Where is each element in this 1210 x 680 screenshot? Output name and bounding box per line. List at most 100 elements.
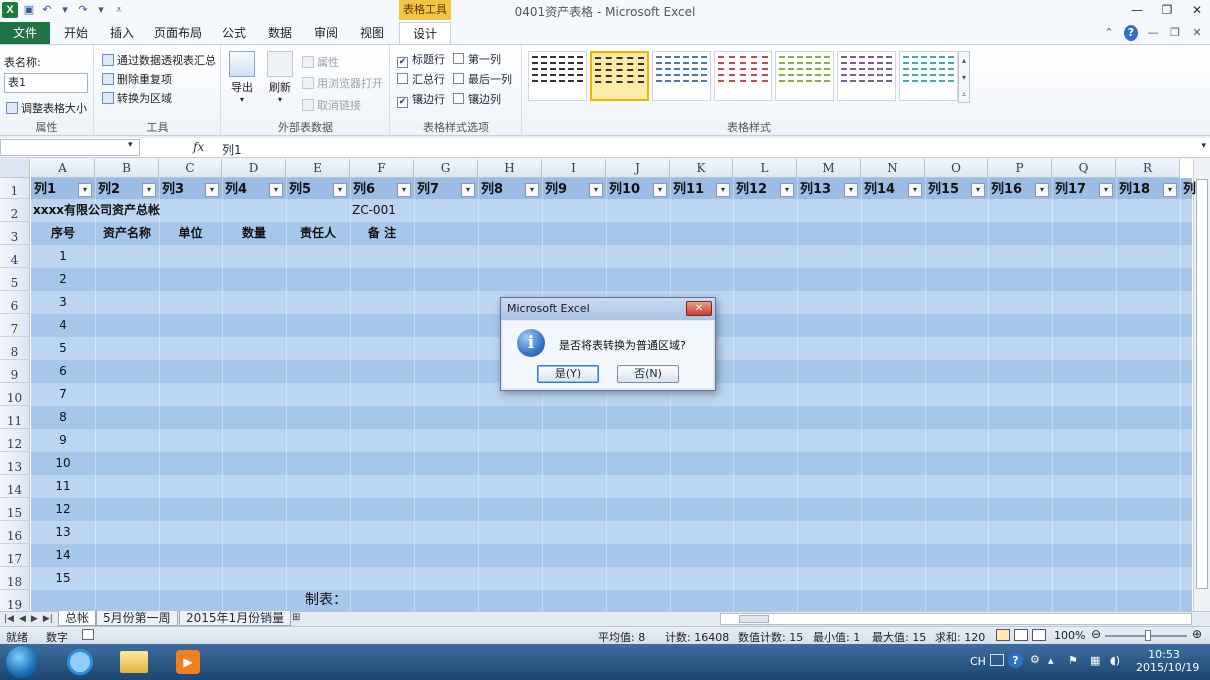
table-row[interactable]: [31, 544, 1192, 567]
sheet-tab-may-week1[interactable]: 5月份第一周: [96, 611, 178, 626]
ledger-code-cell[interactable]: ZC-001: [352, 199, 396, 222]
serial-number-cell[interactable]: 6: [31, 360, 95, 383]
filter-dropdown-icon[interactable]: ▾: [461, 183, 475, 197]
dialog-title-bar[interactable]: Microsoft Excel ✕: [501, 298, 715, 320]
serial-number-cell[interactable]: 11: [31, 475, 95, 498]
column-header[interactable]: I: [542, 159, 606, 178]
table-column-header[interactable]: 列4: [223, 180, 247, 200]
total-row-checkbox[interactable]: 汇总行: [397, 71, 445, 87]
field-header-cell[interactable]: 资产名称: [95, 222, 159, 245]
status-count[interactable]: 计数: 16408: [665, 629, 729, 645]
column-header[interactable]: C: [159, 159, 222, 178]
table-row[interactable]: [31, 406, 1192, 429]
table-column-header[interactable]: 列5: [287, 180, 311, 200]
action-center-icon[interactable]: ⚑: [1068, 654, 1078, 667]
serial-number-cell[interactable]: 15: [31, 567, 95, 590]
chevron-down-icon[interactable]: ▾: [58, 2, 72, 18]
filter-dropdown-icon[interactable]: ▾: [1035, 183, 1049, 197]
table-style-swatch[interactable]: [713, 51, 773, 101]
row-header[interactable]: 4: [0, 245, 30, 268]
dialog-close-button[interactable]: ✕: [686, 301, 712, 316]
new-sheet-icon[interactable]: ⊞: [292, 612, 300, 623]
table-column-header[interactable]: 列12: [734, 180, 767, 200]
vertical-scrollbar[interactable]: [1193, 159, 1210, 611]
table-row[interactable]: [31, 452, 1192, 475]
column-header[interactable]: P: [988, 159, 1052, 178]
macro-record-icon[interactable]: [82, 629, 94, 640]
column-header[interactable]: R: [1116, 159, 1180, 178]
undo-icon[interactable]: ↶: [40, 2, 54, 18]
filter-dropdown-icon[interactable]: ▾: [716, 183, 730, 197]
table-style-swatch[interactable]: [528, 51, 587, 101]
fx-icon[interactable]: fx: [193, 140, 204, 154]
table-column-header[interactable]: 列17: [1053, 180, 1086, 200]
zoom-out-icon[interactable]: ⊖: [1091, 627, 1101, 641]
table-style-swatch[interactable]: [775, 51, 835, 101]
tab-data[interactable]: 数据: [262, 22, 298, 44]
column-header[interactable]: H: [478, 159, 542, 178]
filter-dropdown-icon[interactable]: ▾: [78, 183, 92, 197]
column-header[interactable]: F: [350, 159, 414, 178]
table-column-header[interactable]: 列1: [32, 180, 56, 200]
table-style-swatch[interactable]: [589, 51, 649, 101]
table-column-header[interactable]: 列16: [989, 180, 1022, 200]
row-header[interactable]: 7: [0, 314, 30, 337]
row-header[interactable]: 6: [0, 291, 30, 314]
row-header[interactable]: 12: [0, 429, 30, 452]
row-header[interactable]: 14: [0, 475, 30, 498]
help-icon[interactable]: ?: [1008, 653, 1023, 668]
ledger-title-cell[interactable]: xxxx有限公司资产总帐: [33, 199, 160, 222]
table-column-header[interactable]: 列7: [415, 180, 439, 200]
tab-view[interactable]: 视图: [354, 22, 390, 44]
yes-button[interactable]: 是(Y): [537, 365, 599, 383]
table-row[interactable]: [31, 475, 1192, 498]
network-icon[interactable]: ▦: [1090, 654, 1100, 667]
prev-sheet-icon[interactable]: ◀: [19, 612, 26, 626]
explorer-taskbar-icon[interactable]: [114, 647, 154, 677]
show-hidden-icons-icon[interactable]: ▴: [1048, 654, 1054, 667]
tab-formulas[interactable]: 公式: [216, 22, 252, 44]
serial-number-cell[interactable]: 3: [31, 291, 95, 314]
column-header[interactable]: K: [670, 159, 733, 178]
filter-dropdown-icon[interactable]: ▾: [589, 183, 603, 197]
gallery-down-icon[interactable]: ▾: [959, 69, 969, 86]
row-header[interactable]: 19: [0, 590, 30, 611]
table-column-header[interactable]: 列13: [798, 180, 831, 200]
filter-dropdown-icon[interactable]: ▾: [397, 183, 411, 197]
row-header[interactable]: 1: [0, 178, 30, 199]
column-header[interactable]: Q: [1052, 159, 1116, 178]
properties-button[interactable]: 属性: [302, 54, 339, 70]
close-icon[interactable]: ✕: [1188, 2, 1206, 18]
close-icon[interactable]: ✕: [1190, 25, 1204, 41]
tab-design[interactable]: 设计: [399, 22, 451, 44]
restore-icon[interactable]: ❐: [1158, 2, 1176, 18]
serial-number-cell[interactable]: 13: [31, 521, 95, 544]
row-header[interactable]: 8: [0, 337, 30, 360]
table-column-header[interactable]: 列: [1181, 180, 1196, 200]
column-header[interactable]: D: [222, 159, 286, 178]
select-all-corner[interactable]: [0, 159, 30, 178]
status-numeric-count[interactable]: 数值计数: 15: [738, 629, 803, 645]
filter-dropdown-icon[interactable]: ▾: [908, 183, 922, 197]
save-icon[interactable]: ▣: [22, 2, 36, 18]
tab-home[interactable]: 开始: [58, 22, 94, 44]
tab-file[interactable]: 文件: [0, 22, 50, 44]
page-layout-view-icon[interactable]: [1014, 629, 1028, 641]
table-column-header[interactable]: 列9: [543, 180, 567, 200]
table-column-header[interactable]: 列15: [926, 180, 959, 200]
row-header[interactable]: 3: [0, 222, 30, 245]
column-header[interactable]: O: [925, 159, 988, 178]
table-column-header[interactable]: 列8: [479, 180, 503, 200]
last-sheet-icon[interactable]: ▶|: [43, 612, 53, 626]
formula-input[interactable]: 列1: [222, 141, 242, 158]
page-break-view-icon[interactable]: [1032, 629, 1046, 641]
redo-icon[interactable]: ↷: [76, 2, 90, 18]
row-header[interactable]: 11: [0, 406, 30, 429]
column-header[interactable]: N: [861, 159, 925, 178]
field-header-cell[interactable]: 备 注: [350, 222, 414, 245]
field-header-cell[interactable]: 序号: [31, 222, 95, 245]
last-column-checkbox[interactable]: 最后一列: [453, 71, 512, 87]
vertical-scroll-thumb[interactable]: [1196, 179, 1208, 589]
serial-number-cell[interactable]: 7: [31, 383, 95, 406]
customize-qat-icon[interactable]: ⩡: [112, 2, 126, 18]
